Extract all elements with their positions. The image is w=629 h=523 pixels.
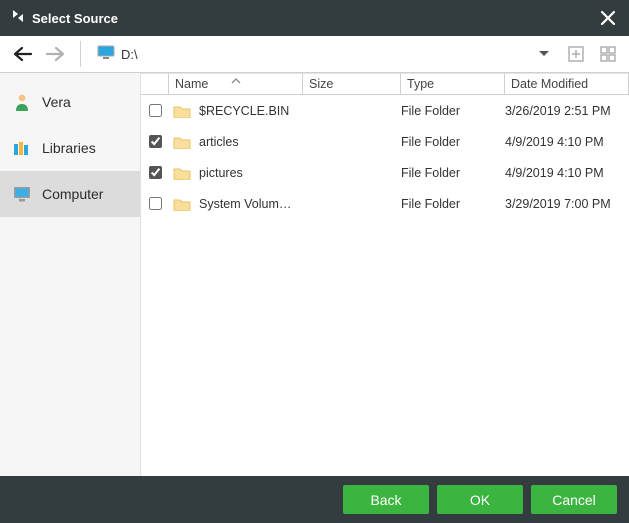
column-header-checkbox [141,73,169,94]
forward-nav-button[interactable] [44,42,68,66]
toolbar-divider [80,41,81,67]
file-type: File Folder [401,104,505,118]
folder-icon [173,197,191,211]
footer: Back OK Cancel [0,476,629,523]
sidebar-item-label: Vera [42,94,71,110]
row-checkbox[interactable] [149,104,162,117]
folder-icon [173,166,191,180]
sort-asc-icon [231,73,241,87]
libraries-icon [12,138,32,158]
path-text: D:\ [121,47,138,62]
column-header-name[interactable]: Name [169,73,303,94]
toolbar: D:\ [0,36,629,73]
cancel-button[interactable]: Cancel [531,485,617,514]
file-date: 3/26/2019 2:51 PM [505,104,629,118]
file-name: articles [199,135,239,149]
sidebar-item-vera[interactable]: Vera [0,79,140,125]
ok-button[interactable]: OK [437,485,523,514]
file-name: pictures [199,166,243,180]
computer-icon [12,184,32,204]
view-mode-button[interactable] [597,43,619,65]
column-header-row: Name Size Type Date Modified [141,73,629,95]
file-name: $RECYCLE.BIN [199,104,289,118]
window-title: Select Source [32,11,118,26]
column-header-size[interactable]: Size [303,73,401,94]
close-button[interactable] [597,7,619,29]
row-checkbox[interactable] [149,197,162,210]
row-checkbox[interactable] [149,166,162,179]
new-folder-button[interactable] [565,43,587,65]
back-button[interactable]: Back [343,485,429,514]
file-type: File Folder [401,135,505,149]
path-breadcrumb[interactable]: D:\ [93,45,523,64]
sidebar-item-computer[interactable]: Computer [0,171,140,217]
file-date: 4/9/2019 4:10 PM [505,166,629,180]
file-date: 4/9/2019 4:10 PM [505,135,629,149]
folder-icon [173,104,191,118]
path-dropdown-button[interactable] [533,43,555,65]
sidebar-item-label: Libraries [42,140,96,156]
app-icon [10,8,26,29]
file-name: System Volum… [199,197,291,211]
column-header-date[interactable]: Date Modified [505,73,629,94]
file-row[interactable]: articles File Folder 4/9/2019 4:10 PM [141,126,629,157]
file-row[interactable]: pictures File Folder 4/9/2019 4:10 PM [141,157,629,188]
file-date: 3/29/2019 7:00 PM [505,197,629,211]
sidebar-item-label: Computer [42,186,103,202]
sidebar-item-libraries[interactable]: Libraries [0,125,140,171]
user-icon [12,92,32,112]
file-type: File Folder [401,197,505,211]
row-checkbox[interactable] [149,135,162,148]
title-bar: Select Source [0,0,629,36]
file-rows: $RECYCLE.BIN File Folder 3/26/2019 2:51 … [141,95,629,476]
file-type: File Folder [401,166,505,180]
drive-icon [97,45,115,64]
file-row[interactable]: $RECYCLE.BIN File Folder 3/26/2019 2:51 … [141,95,629,126]
sidebar: Vera Libraries Computer [0,73,141,476]
column-header-type[interactable]: Type [401,73,505,94]
file-list: Name Size Type Date Modified $RECYCLE.BI… [141,73,629,476]
folder-icon [173,135,191,149]
file-row[interactable]: System Volum… File Folder 3/29/2019 7:00… [141,188,629,219]
back-nav-button[interactable] [10,42,34,66]
